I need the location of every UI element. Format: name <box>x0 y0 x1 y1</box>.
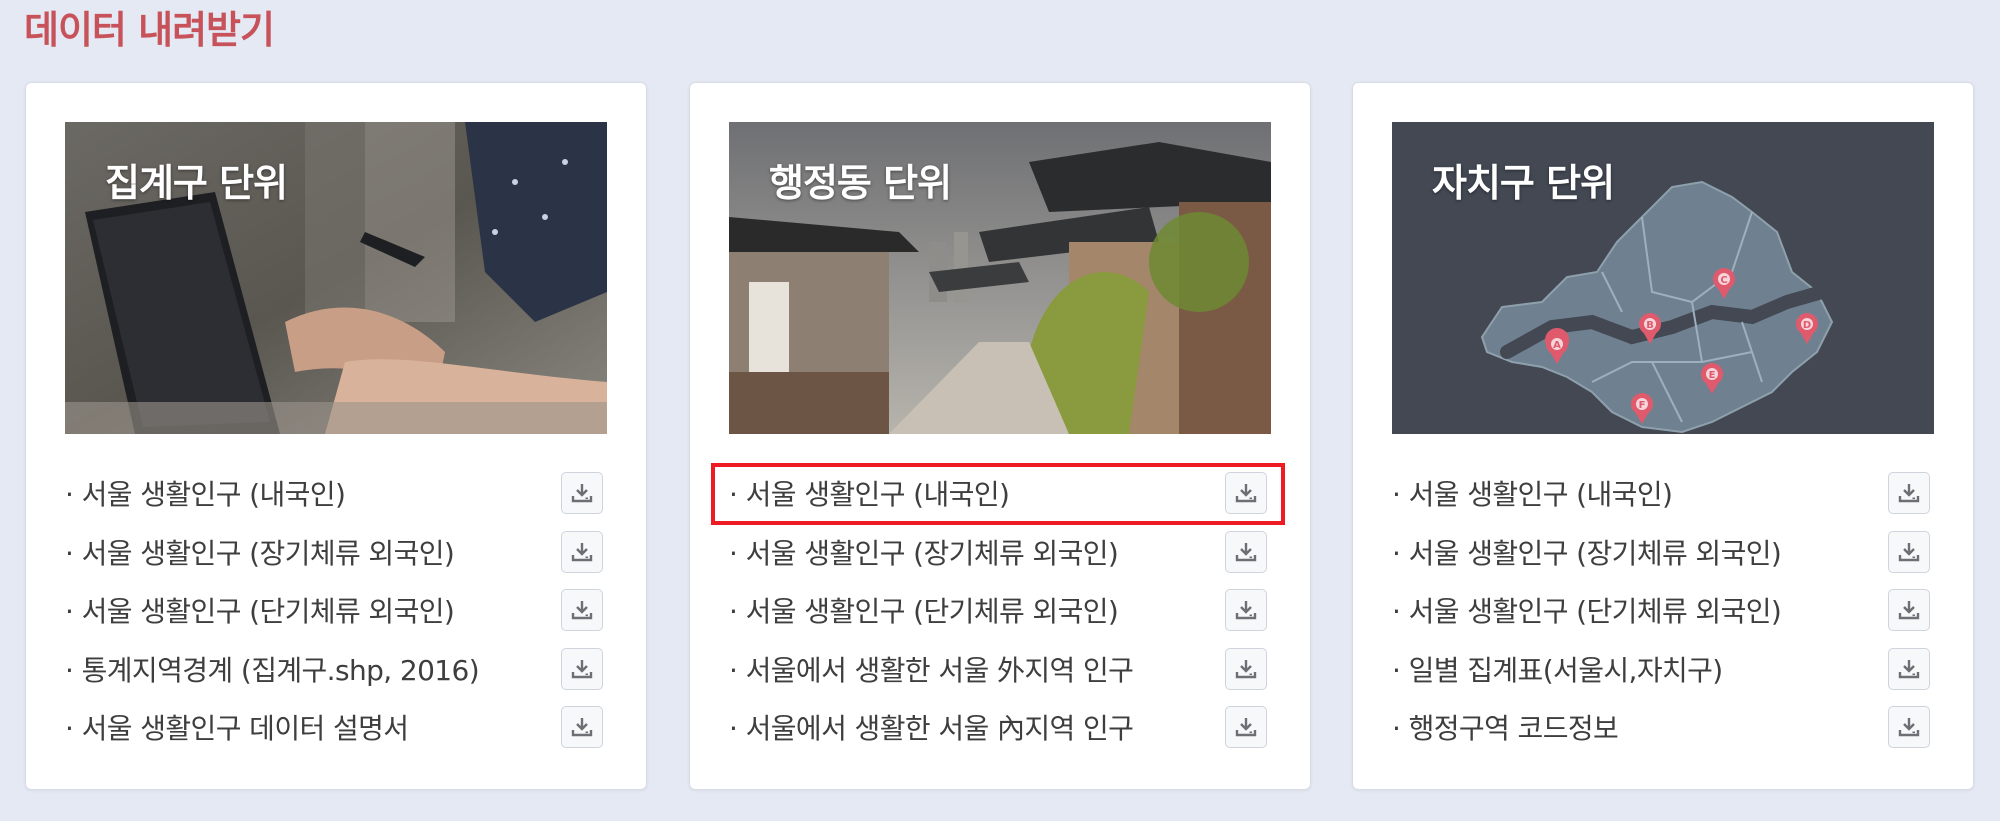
item-label[interactable]: 서울 생활인구 (단기체류 외국인) <box>1392 590 1782 630</box>
list-item[interactable]: 서울 생활인구 (내국인) <box>1392 464 1934 523</box>
download-button[interactable] <box>1225 589 1267 632</box>
download-icon <box>571 542 593 561</box>
download-button[interactable] <box>1888 706 1930 749</box>
map-pin-label: A <box>1553 340 1561 351</box>
card-admin-dong-unit: 행정동 단위 서울 생활인구 (내국인) 서울 생활인구 (장기체류 외국인) … <box>689 82 1311 790</box>
list-item[interactable]: 서울 생활인구 (장기체류 외국인) <box>1392 523 1934 582</box>
download-button[interactable] <box>1888 530 1930 573</box>
list-item[interactable]: 서울 생활인구 (단기체류 외국인) <box>1392 581 1934 640</box>
map-pin-label: E <box>1709 370 1716 381</box>
item-label[interactable]: 서울 생활인구 (장기체류 외국인) <box>729 532 1119 572</box>
item-label[interactable]: 서울 생활인구 데이터 설명서 <box>65 707 409 747</box>
map-pin-label: F <box>1639 400 1646 411</box>
card-title: 집계구 단위 <box>105 161 288 205</box>
item-label[interactable]: 서울 생활인구 (내국인) <box>65 473 346 513</box>
list-item[interactable]: 서울 생활인구 (장기체류 외국인) <box>65 523 607 582</box>
list-item[interactable]: 서울 생활인구 데이터 설명서 <box>65 698 607 757</box>
download-list: 서울 생활인구 (내국인) 서울 생활인구 (장기체류 외국인) 서울 생활인구… <box>711 463 1285 757</box>
download-list: 서울 생활인구 (내국인) 서울 생활인구 (장기체류 외국인) 서울 생활인구… <box>65 464 607 757</box>
download-icon <box>1898 601 1920 620</box>
download-icon <box>571 659 593 678</box>
download-button[interactable] <box>561 706 603 749</box>
download-button[interactable] <box>1888 647 1930 690</box>
item-label[interactable]: 일별 집계표(서울시,자치구) <box>1392 649 1724 689</box>
card-census-unit: 집계구 단위 서울 생활인구 (내국인) 서울 생활인구 (장기체류 외국인) … <box>25 82 647 790</box>
item-label[interactable]: 행정구역 코드정보 <box>1392 707 1619 747</box>
download-button[interactable] <box>561 589 603 632</box>
download-icon <box>1898 659 1920 678</box>
map-pin-label: C <box>1720 275 1727 286</box>
download-icon <box>1235 542 1257 561</box>
list-item[interactable]: 통계지역경계 (집계구.shp, 2016) <box>65 640 607 699</box>
seoul-district-map: A B C D E F 자치구 단위 <box>1392 122 1934 434</box>
download-button[interactable] <box>561 472 603 515</box>
download-icon <box>1898 484 1920 503</box>
download-icon <box>1235 601 1257 620</box>
download-icon <box>1235 484 1257 503</box>
map-pin-label: D <box>1803 320 1811 331</box>
item-label[interactable]: 서울에서 생활한 서울 外지역 인구 <box>729 649 1134 689</box>
download-button[interactable] <box>561 647 603 690</box>
item-label[interactable]: 서울 생활인구 (단기체류 외국인) <box>65 590 455 630</box>
card-title: 행정동 단위 <box>769 161 952 205</box>
item-label[interactable]: 서울 생활인구 (내국인) <box>729 473 1010 513</box>
download-button[interactable] <box>1225 472 1267 515</box>
list-item[interactable]: 서울 생활인구 (장기체류 외국인) <box>729 523 1271 582</box>
download-icon <box>1898 542 1920 561</box>
download-button[interactable] <box>1225 647 1267 690</box>
list-item[interactable]: 서울에서 생활한 서울 外지역 인구 <box>729 640 1271 699</box>
download-icon <box>571 718 593 737</box>
map-pin-label: B <box>1646 320 1654 331</box>
item-label[interactable]: 서울 생활인구 (내국인) <box>1392 473 1673 513</box>
download-button[interactable] <box>1225 530 1267 573</box>
list-item[interactable]: 서울에서 생활한 서울 內지역 인구 <box>729 698 1271 757</box>
list-item[interactable]: 서울 생활인구 (내국인) <box>711 463 1285 525</box>
download-icon <box>571 484 593 503</box>
list-item[interactable]: 서울 생활인구 (단기체류 외국인) <box>65 581 607 640</box>
download-button[interactable] <box>561 530 603 573</box>
download-icon <box>571 601 593 620</box>
item-label[interactable]: 서울 생활인구 (단기체류 외국인) <box>729 590 1119 630</box>
section-title: 데이터 내려받기 <box>24 8 275 52</box>
item-label[interactable]: 서울에서 생활한 서울 內지역 인구 <box>729 707 1134 747</box>
list-item[interactable]: 일별 집계표(서울시,자치구) <box>1392 640 1934 699</box>
download-button[interactable] <box>1888 472 1930 515</box>
hanok-village-photo: 행정동 단위 <box>729 122 1271 434</box>
list-item[interactable]: 서울 생활인구 (내국인) <box>65 464 607 523</box>
item-label[interactable]: 서울 생활인구 (장기체류 외국인) <box>1392 532 1782 572</box>
list-item[interactable]: 서울 생활인구 (단기체류 외국인) <box>729 581 1271 640</box>
card-title: 자치구 단위 <box>1432 161 1615 205</box>
list-item[interactable]: 행정구역 코드정보 <box>1392 698 1934 757</box>
download-icon <box>1235 659 1257 678</box>
item-label[interactable]: 서울 생활인구 (장기체류 외국인) <box>65 532 455 572</box>
download-icon <box>1235 718 1257 737</box>
download-button[interactable] <box>1888 589 1930 632</box>
download-button[interactable] <box>1225 706 1267 749</box>
download-list: 서울 생활인구 (내국인) 서울 생활인구 (장기체류 외국인) 서울 생활인구… <box>1392 464 1934 757</box>
people-with-laptop-photo: 집계구 단위 <box>65 122 607 434</box>
download-icon <box>1898 718 1920 737</box>
card-district-unit: A B C D E F 자치구 단위 · 서울 생활인구 (내국인) · 서울 … <box>1352 82 1974 790</box>
item-label[interactable]: 통계지역경계 (집계구.shp, 2016) <box>65 649 480 689</box>
